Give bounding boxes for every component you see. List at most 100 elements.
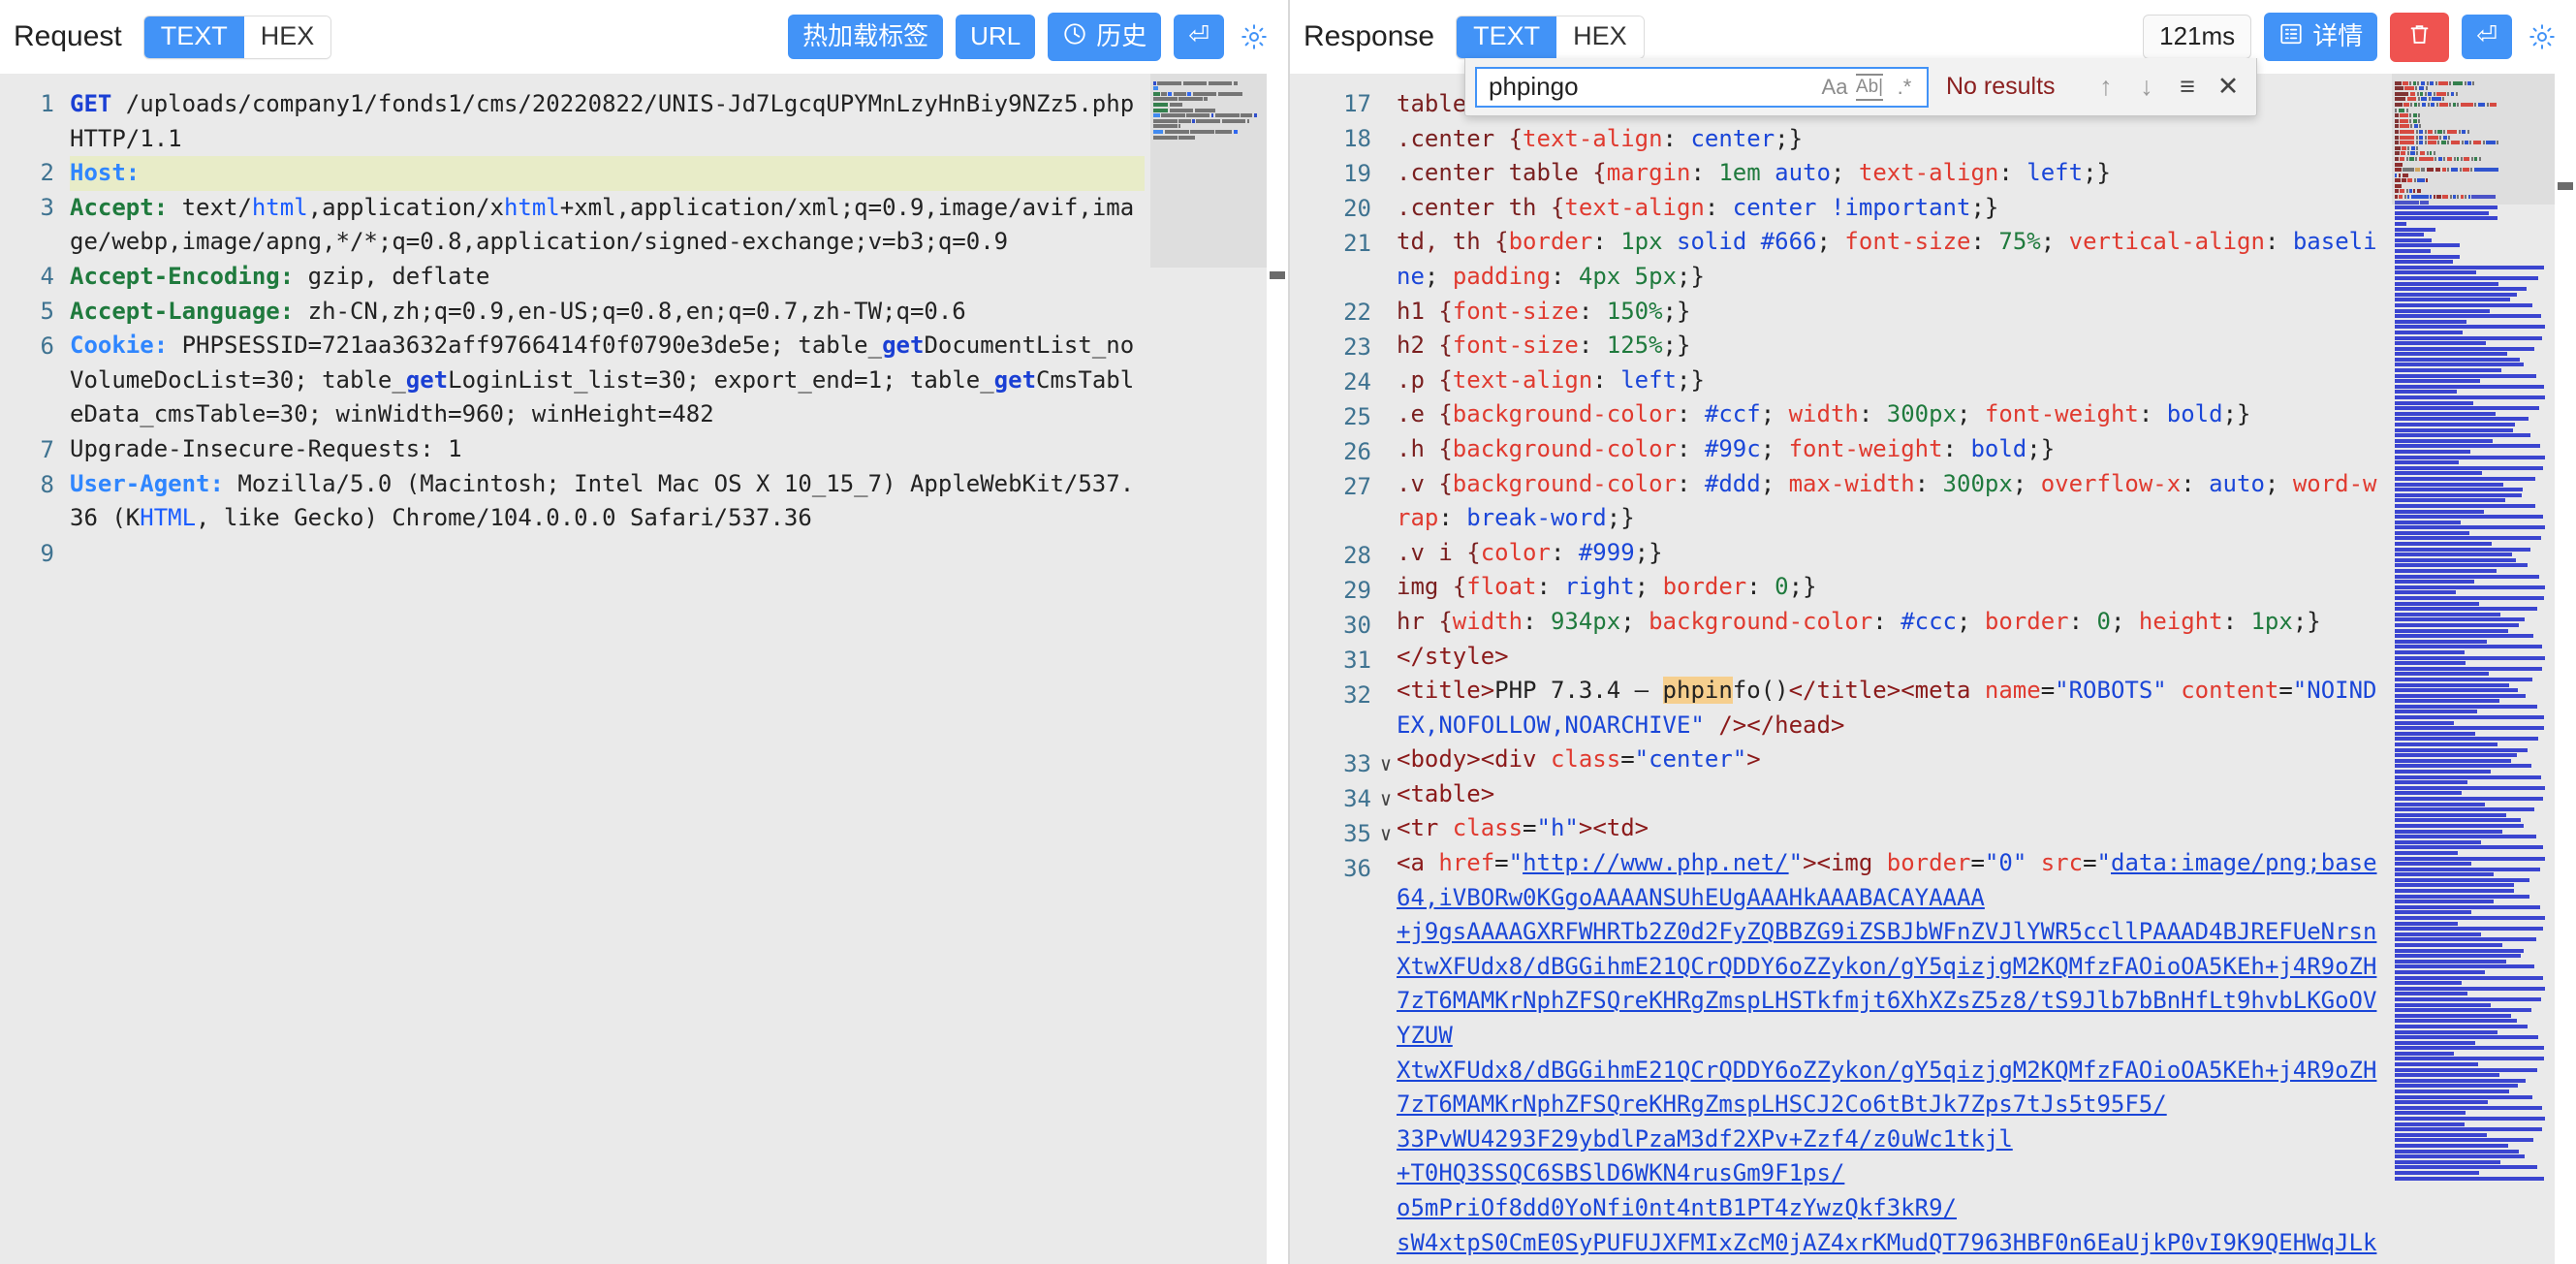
minimap-line <box>2395 830 2502 834</box>
code-token: html <box>504 194 560 221</box>
code-token: .v { <box>1397 470 1453 497</box>
code-token: : <box>1677 470 1705 497</box>
hot-reload-tag-button[interactable]: 热加载标签 <box>788 15 943 59</box>
minimap-line <box>2395 498 2505 502</box>
minimap-line <box>2395 851 2458 855</box>
code-token: 300px <box>1887 400 1957 427</box>
minimap-line <box>2395 428 2513 432</box>
code-token: auto <box>2209 470 2265 497</box>
match-whole-word-icon[interactable]: Ab| <box>1853 71 1886 104</box>
minimap-line <box>2395 1133 2487 1137</box>
minimap-line <box>2395 922 2458 926</box>
line-number: 4 <box>0 260 54 295</box>
request-send-button[interactable]: ⏎ <box>1174 15 1224 59</box>
code-token: ; <box>2111 608 2139 635</box>
response-code-content[interactable]: table {border: 2px solid #000; box-shado… <box>1377 74 2392 1264</box>
request-settings-gear-icon[interactable] <box>1240 22 1269 51</box>
code-token: "0" <box>1985 849 2026 876</box>
minimap-line <box>2395 525 2545 529</box>
minimap-line <box>2395 1090 2509 1093</box>
minimap-line <box>2395 634 2533 638</box>
response-minimap[interactable] <box>2392 74 2555 1264</box>
line-number-blank <box>1290 1059 1371 1127</box>
history-button[interactable]: 历史 <box>1048 13 1161 61</box>
match-case-icon[interactable]: Aa <box>1818 71 1851 104</box>
fold-chevron-icon[interactable]: ∨ <box>1375 817 1397 852</box>
code-token <box>1663 228 1677 255</box>
response-vertical-scrollbar[interactable] <box>2555 74 2576 1264</box>
code-token: #ccf <box>1705 400 1761 427</box>
request-vertical-scrollbar[interactable] <box>1267 74 1288 1264</box>
code-token: : <box>1523 608 1551 635</box>
code-token: hr { <box>1397 608 1453 635</box>
minimap-line <box>2395 1106 2542 1110</box>
code-token: <div <box>1481 745 1551 773</box>
line-number-blank <box>1290 1162 1371 1197</box>
find-in-selection-icon[interactable]: ≡ <box>2169 69 2206 106</box>
detail-button[interactable]: 详情 <box>2264 13 2377 61</box>
find-input-wrapper[interactable]: Aa Ab| .* <box>1475 67 1929 108</box>
request-scrollbar-thumb[interactable] <box>1270 271 1285 279</box>
base64-token: o5mPriOf8dd0YoNfi0nt4ntB1PT4zYwzQkf3kR9/ <box>1397 1194 1957 1221</box>
response-tab-hex[interactable]: HEX <box>1556 16 1644 58</box>
find-input[interactable] <box>1489 72 1816 102</box>
fold-chevron-icon[interactable]: ∨ <box>1375 782 1397 817</box>
minimap-line <box>2395 1030 2497 1034</box>
minimap-line <box>2395 211 2555 215</box>
request-tab-hex[interactable]: HEX <box>244 16 331 58</box>
request-view-mode-toggle[interactable]: TEXT HEX <box>143 16 332 59</box>
response-scrollbar-thumb[interactable] <box>2558 182 2573 190</box>
minimap-line <box>2395 395 2545 399</box>
minimap-line <box>2395 563 2528 567</box>
request-code-content[interactable]: GET /uploads/company1/fonds1/cms/2022082… <box>60 74 1150 1264</box>
minimap-line <box>2395 640 2487 644</box>
fold-chevron-icon[interactable]: ∨ <box>1375 747 1397 782</box>
request-minimap[interactable] <box>1150 74 1267 1264</box>
code-token: overflow-x <box>2041 470 2182 497</box>
line-number: 25 <box>1290 400 1371 435</box>
minimap-line <box>2395 797 2543 801</box>
code-token: ; <box>1425 263 1453 290</box>
response-settings-gear-icon[interactable] <box>2528 22 2557 51</box>
code-token: auto <box>1775 159 1831 186</box>
minimap-line <box>2395 710 2477 713</box>
code-token: ; <box>1761 470 1789 497</box>
code-token: " <box>2097 849 2111 876</box>
use-regex-icon[interactable]: .* <box>1888 71 1921 104</box>
request-header: Request TEXT HEX 热加载标签 URL 历史 ⏎ <box>0 0 1288 74</box>
minimap-line <box>2395 845 2543 849</box>
code-token: </head> <box>1746 711 1844 739</box>
code-token: ;} <box>2026 435 2055 462</box>
code-line-continuation: XtwXFUdx8/dBGGihmE21QCrQDDY6oZZykon/gY5q… <box>1397 1054 2386 1122</box>
close-icon[interactable]: ✕ <box>2210 69 2246 106</box>
request-editor[interactable]: 123456789 GET /uploads/company1/fonds1/c… <box>0 74 1288 1264</box>
find-previous-icon[interactable]: ↑ <box>2088 69 2124 106</box>
response-tab-text[interactable]: TEXT <box>1457 16 1556 58</box>
url-button[interactable]: URL <box>956 15 1035 59</box>
minimap-line <box>2395 862 2471 866</box>
trash-icon <box>2406 21 2433 51</box>
request-tab-text[interactable]: TEXT <box>144 16 244 58</box>
code-line: Accept-Encoding: gzip, deflate <box>70 260 1145 295</box>
code-line: .center table {margin: 1em auto; text-al… <box>1397 156 2386 191</box>
code-token: > <box>1746 745 1760 773</box>
line-number: 6 <box>0 330 54 433</box>
find-next-icon[interactable]: ↓ <box>2128 69 2165 106</box>
delete-button[interactable] <box>2390 13 2449 62</box>
code-token: : <box>1859 400 1887 427</box>
minimap-line <box>2395 412 2496 416</box>
find-widget[interactable]: Aa Ab| .* No results ↑ ↓ ≡ ✕ <box>1464 58 2257 116</box>
response-view-mode-toggle[interactable]: TEXT HEX <box>1456 16 1645 59</box>
code-token: vertical-align <box>2069 228 2265 255</box>
minimap-line <box>2395 883 2514 887</box>
response-editor[interactable]: 1718192021222324252627282930313233∨34∨35… <box>1290 74 2576 1264</box>
code-token: .center table { <box>1397 159 1607 186</box>
code-token: left <box>1620 366 1677 394</box>
minimap-line <box>2395 1154 2525 1158</box>
line-number: 31 <box>1290 644 1371 679</box>
code-token: 1px <box>1620 228 1662 255</box>
response-send-button[interactable]: ⏎ <box>2462 15 2512 59</box>
minimap-line <box>2395 276 2538 280</box>
match-whole-word-glyph: Ab| <box>1856 77 1883 98</box>
minimap-line <box>2395 471 2482 475</box>
